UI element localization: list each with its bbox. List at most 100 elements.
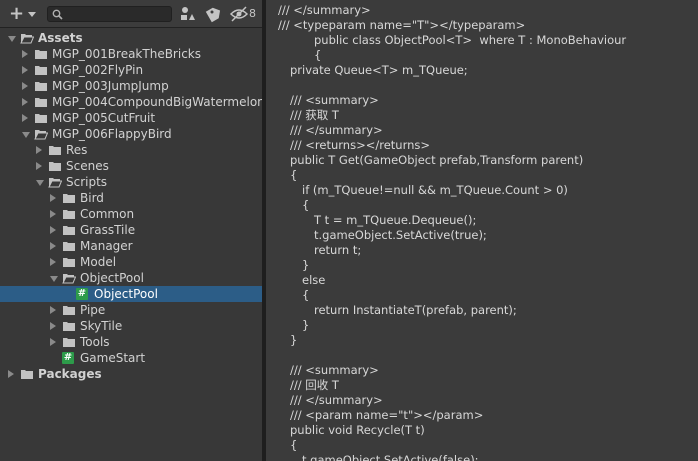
- tree-item-label: Common: [80, 207, 135, 221]
- tree-item-label: MGP_004CompoundBigWatermelon: [52, 95, 262, 109]
- code-line: }: [302, 258, 310, 272]
- code-line: }: [302, 318, 310, 332]
- tree-item-folder[interactable]: SkyTile: [0, 318, 262, 334]
- folder-icon: [49, 162, 61, 171]
- tree-item-folder[interactable]: Model: [0, 254, 262, 270]
- code-line: t.gameObject.SetActive(true);: [314, 228, 487, 242]
- code-line: /// <param name="t"></param>: [290, 408, 484, 422]
- tree-item-label: Bird: [80, 191, 104, 205]
- expand-arrow-down-icon[interactable]: [22, 132, 30, 138]
- expand-arrow-down-icon[interactable]: [36, 180, 44, 186]
- tree-item-label: MGP_002FlyPin: [52, 63, 144, 77]
- code-line: /// <returns></returns>: [290, 138, 431, 152]
- search-icon: [52, 9, 63, 20]
- expand-arrow-right-icon[interactable]: [50, 210, 56, 218]
- folder-icon: [35, 50, 47, 59]
- tree-item-label: GrassTile: [80, 223, 136, 237]
- code-line: {: [302, 198, 310, 212]
- expand-arrow-down-icon[interactable]: [8, 36, 16, 42]
- tree-item-label: Model: [80, 255, 117, 269]
- tree-item-folder[interactable]: Common: [0, 206, 262, 222]
- expand-arrow-right-icon[interactable]: [50, 242, 56, 250]
- tree-item-folder[interactable]: MGP_005CutFruit: [0, 110, 262, 126]
- expand-arrow-right-icon[interactable]: [50, 258, 56, 266]
- expand-arrow-right-icon[interactable]: [22, 82, 28, 90]
- expand-arrow-right-icon[interactable]: [50, 194, 56, 202]
- expand-arrow-right-icon[interactable]: [50, 338, 56, 346]
- folder-open-icon: [20, 34, 34, 44]
- expand-arrow-right-icon[interactable]: [50, 226, 56, 234]
- csharp-script-icon: #: [62, 352, 74, 364]
- expand-arrow-right-icon[interactable]: [8, 370, 14, 378]
- expand-arrow-right-icon[interactable]: [36, 162, 42, 170]
- folder-open-icon: [62, 274, 76, 284]
- folder-icon: [63, 194, 75, 203]
- code-line: public void Recycle(T t): [290, 423, 425, 437]
- search-by-type-icon[interactable]: [177, 4, 199, 24]
- folder-icon: [35, 66, 47, 75]
- tree-item-label: Assets: [38, 31, 83, 45]
- code-line: public class ObjectPool<T> where T : Mon…: [314, 33, 627, 47]
- tree-item-folder[interactable]: ObjectPool: [0, 270, 262, 286]
- create-button[interactable]: +: [6, 3, 40, 25]
- code-line: {: [290, 438, 298, 452]
- tree-item-folder[interactable]: MGP_006FlappyBird: [0, 126, 262, 142]
- tree-item-folder[interactable]: Scripts: [0, 174, 262, 190]
- plus-icon: +: [9, 3, 25, 24]
- tree-item-folder[interactable]: Assets: [0, 30, 262, 46]
- expand-arrow-down-icon[interactable]: [50, 276, 58, 282]
- tree-item-folder[interactable]: GrassTile: [0, 222, 262, 238]
- search-by-label-icon[interactable]: [203, 4, 225, 24]
- expand-arrow-right-icon[interactable]: [50, 322, 56, 330]
- tree-item-folder[interactable]: MGP_004CompoundBigWatermelon: [0, 94, 262, 110]
- code-line: else: [302, 273, 326, 287]
- expand-arrow-right-icon[interactable]: [22, 66, 28, 74]
- expand-arrow-right-icon[interactable]: [22, 98, 28, 106]
- code-line: return InstantiateT(prefab, parent);: [314, 303, 517, 317]
- code-line: /// <typeparam name="T"></typeparam>: [278, 18, 526, 32]
- chevron-down-icon: [28, 12, 36, 17]
- expand-arrow-right-icon[interactable]: [50, 306, 56, 314]
- tree-item-folder[interactable]: Manager: [0, 238, 262, 254]
- tree-item-folder[interactable]: Scenes: [0, 158, 262, 174]
- code-line: if (m_TQueue!=null && m_TQueue.Count > 0…: [302, 183, 568, 197]
- tree-item-script[interactable]: # GameStart: [0, 350, 262, 366]
- tree-item-label: Manager: [80, 239, 133, 253]
- code-line: private Queue<T> m_TQueue;: [290, 63, 468, 77]
- hidden-count: 8: [249, 7, 256, 20]
- tree-item-folder[interactable]: Res: [0, 142, 262, 158]
- tree-item-folder[interactable]: MGP_002FlyPin: [0, 62, 262, 78]
- expand-arrow-right-icon[interactable]: [22, 114, 28, 122]
- code-line: {: [302, 288, 310, 302]
- tree-item-script[interactable]: # ObjectPool: [0, 286, 262, 302]
- code-line: T t = m_TQueue.Dequeue();: [314, 213, 477, 227]
- tree-item-label: GameStart: [80, 351, 146, 365]
- tree-item-label: ObjectPool: [94, 287, 158, 301]
- tree-item-label: Scenes: [66, 159, 109, 173]
- tree-item-folder[interactable]: Packages: [0, 366, 262, 382]
- code-line: return t;: [314, 243, 362, 257]
- expand-arrow-right-icon[interactable]: [22, 50, 28, 58]
- tree-item-folder[interactable]: Tools: [0, 334, 262, 350]
- tree-item-label: Pipe: [80, 303, 106, 317]
- code-line: {: [314, 48, 322, 62]
- code-line: {: [290, 168, 298, 182]
- tree-item-folder[interactable]: Bird: [0, 190, 262, 206]
- code-line: /// 回收 T: [290, 378, 339, 392]
- folder-icon: [21, 370, 33, 379]
- search-input[interactable]: [47, 6, 172, 22]
- code-line: /// 获取 T: [290, 108, 339, 122]
- tree-item-folder[interactable]: MGP_001BreakTheBricks: [0, 46, 262, 62]
- csharp-script-icon: #: [76, 288, 88, 300]
- hidden-packages-icon[interactable]: [228, 4, 250, 24]
- folder-icon: [63, 306, 75, 315]
- tree-item-folder[interactable]: MGP_003JumpJump: [0, 78, 262, 94]
- code-viewer[interactable]: /// </summary> /// <typeparam name="T"></…: [266, 0, 698, 461]
- code-line: /// </summary>: [290, 123, 383, 137]
- project-panel: + 8 Assets MGP_001BreakTheBricks MGP_002Fl…: [0, 0, 262, 461]
- tree-item-label: SkyTile: [80, 319, 123, 333]
- tree-item-folder[interactable]: Pipe: [0, 302, 262, 318]
- expand-arrow-right-icon[interactable]: [36, 146, 42, 154]
- folder-icon: [63, 322, 75, 331]
- folder-icon: [63, 242, 75, 251]
